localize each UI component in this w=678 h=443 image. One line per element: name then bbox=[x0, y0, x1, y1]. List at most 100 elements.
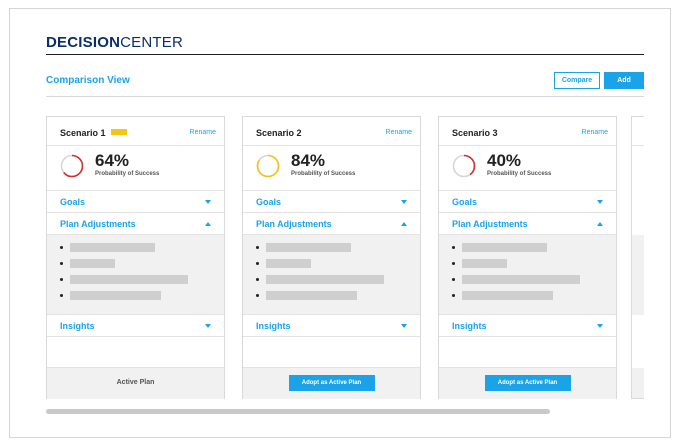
placeholder-bar bbox=[266, 243, 351, 252]
card-header: Scenario 2 Rename bbox=[243, 117, 420, 146]
bullet-icon bbox=[452, 246, 455, 249]
bullet-icon bbox=[60, 294, 63, 297]
plan-adjustments-section-header[interactable]: Plan Adjustments bbox=[439, 213, 616, 235]
chevron-down-icon bbox=[401, 324, 407, 328]
insights-body bbox=[439, 337, 616, 368]
goals-section-header[interactable]: Goals bbox=[243, 191, 420, 213]
goals-label: Goals bbox=[452, 197, 478, 207]
placeholder-bar bbox=[266, 259, 311, 268]
chevron-down-icon bbox=[205, 324, 211, 328]
chevron-up-icon bbox=[401, 222, 407, 226]
scenario-card-partial bbox=[631, 116, 644, 399]
chevron-down-icon bbox=[401, 200, 407, 204]
horizontal-scrollbar[interactable] bbox=[46, 409, 550, 414]
placeholder-bar bbox=[462, 275, 580, 284]
probability-percent: 84% bbox=[291, 151, 326, 170]
app-logo: DECISIONCENTER bbox=[46, 35, 183, 51]
probability-panel: 84% Probability of Success bbox=[243, 146, 420, 191]
probability-ring-icon bbox=[452, 154, 476, 178]
placeholder-bar bbox=[70, 259, 115, 268]
scenario-card-1: Scenario 1 Rename 64% Probability of Suc… bbox=[46, 116, 225, 399]
title-divider bbox=[46, 96, 644, 97]
logo-bold-text: DECISION bbox=[46, 34, 121, 51]
insights-body bbox=[47, 337, 224, 368]
plan-adjustments-label: Plan Adjustments bbox=[60, 219, 136, 229]
probability-ring-icon bbox=[256, 154, 280, 178]
placeholder-bar bbox=[462, 259, 507, 268]
scenario-name: Scenario 3 bbox=[452, 128, 498, 138]
chevron-down-icon bbox=[597, 200, 603, 204]
insights-body bbox=[243, 337, 420, 368]
chevron-down-icon bbox=[205, 200, 211, 204]
scenario-name: Scenario 1 bbox=[60, 128, 127, 138]
active-badge bbox=[110, 129, 127, 135]
probability-panel: 64% Probability of Success bbox=[47, 146, 224, 191]
active-plan-label: Active Plan bbox=[116, 379, 155, 386]
chevron-down-icon bbox=[597, 324, 603, 328]
placeholder-bar bbox=[70, 243, 155, 252]
chevron-up-icon bbox=[205, 222, 211, 226]
plan-adjustments-section-header[interactable]: Plan Adjustments bbox=[243, 213, 420, 235]
placeholder-bar bbox=[462, 291, 553, 300]
scenario-card-2: Scenario 2 Rename 84% Probability of Suc… bbox=[242, 116, 421, 399]
chevron-up-icon bbox=[597, 222, 603, 226]
probability-label: Probability of Success bbox=[95, 171, 160, 177]
placeholder-bar bbox=[266, 275, 384, 284]
bullet-icon bbox=[60, 262, 63, 265]
probability-percent: 40% bbox=[487, 151, 522, 170]
placeholder-bar bbox=[70, 275, 188, 284]
card-header: Scenario 1 Rename bbox=[47, 117, 224, 146]
goals-label: Goals bbox=[256, 197, 282, 207]
plan-adjustments-label: Plan Adjustments bbox=[256, 219, 332, 229]
insights-label: Insights bbox=[256, 321, 291, 331]
card-footer: Adopt as Active Plan bbox=[243, 368, 420, 399]
insights-section-header[interactable]: Insights bbox=[439, 315, 616, 337]
plan-adjustments-section-header[interactable]: Plan Adjustments bbox=[47, 213, 224, 235]
rename-link[interactable]: Rename bbox=[582, 129, 608, 136]
card-header bbox=[632, 117, 644, 146]
bullet-icon bbox=[452, 262, 455, 265]
adopt-active-plan-button[interactable]: Adopt as Active Plan bbox=[484, 375, 571, 391]
scenario-card-3: Scenario 3 Rename 40% Probability of Suc… bbox=[438, 116, 617, 399]
card-header: Scenario 3 Rename bbox=[439, 117, 616, 146]
goals-label: Goals bbox=[60, 197, 86, 207]
placeholder-bar bbox=[266, 291, 357, 300]
plan-adjustments-list bbox=[439, 235, 616, 315]
goals-section-header[interactable]: Goals bbox=[47, 191, 224, 213]
card-footer bbox=[632, 368, 644, 398]
plan-adjustments-list bbox=[632, 235, 644, 315]
rename-link[interactable]: Rename bbox=[190, 129, 216, 136]
insights-section-header[interactable]: Insights bbox=[243, 315, 420, 337]
insights-label: Insights bbox=[452, 321, 487, 331]
scenario-name: Scenario 2 bbox=[256, 128, 302, 138]
goals-section-header[interactable]: Goals bbox=[439, 191, 616, 213]
placeholder-bar bbox=[70, 291, 161, 300]
probability-panel: 40% Probability of Success bbox=[439, 146, 616, 191]
add-button[interactable]: Add bbox=[604, 72, 644, 89]
probability-label: Probability of Success bbox=[291, 171, 356, 177]
page-title: Comparison View bbox=[46, 75, 130, 86]
bullet-icon bbox=[256, 246, 259, 249]
probability-percent: 64% bbox=[95, 151, 130, 170]
probability-label: Probability of Success bbox=[487, 171, 552, 177]
header-divider bbox=[46, 54, 644, 55]
adopt-active-plan-button[interactable]: Adopt as Active Plan bbox=[288, 375, 375, 391]
bullet-icon bbox=[256, 294, 259, 297]
bullet-icon bbox=[256, 262, 259, 265]
probability-ring-icon bbox=[60, 154, 84, 178]
rename-link[interactable]: Rename bbox=[386, 129, 412, 136]
bullet-icon bbox=[256, 278, 259, 281]
card-footer: Adopt as Active Plan bbox=[439, 368, 616, 399]
bullet-icon bbox=[452, 278, 455, 281]
logo-light-text: CENTER bbox=[120, 34, 183, 51]
insights-section-header[interactable]: Insights bbox=[47, 315, 224, 337]
plan-adjustments-label: Plan Adjustments bbox=[452, 219, 528, 229]
placeholder-bar bbox=[462, 243, 547, 252]
card-footer: Active Plan bbox=[47, 368, 224, 399]
plan-adjustments-list bbox=[243, 235, 420, 315]
bullet-icon bbox=[60, 278, 63, 281]
bullet-icon bbox=[452, 294, 455, 297]
compare-button[interactable]: Compare bbox=[554, 72, 600, 89]
scenario-name-text: Scenario 1 bbox=[60, 128, 106, 138]
bullet-icon bbox=[60, 246, 63, 249]
